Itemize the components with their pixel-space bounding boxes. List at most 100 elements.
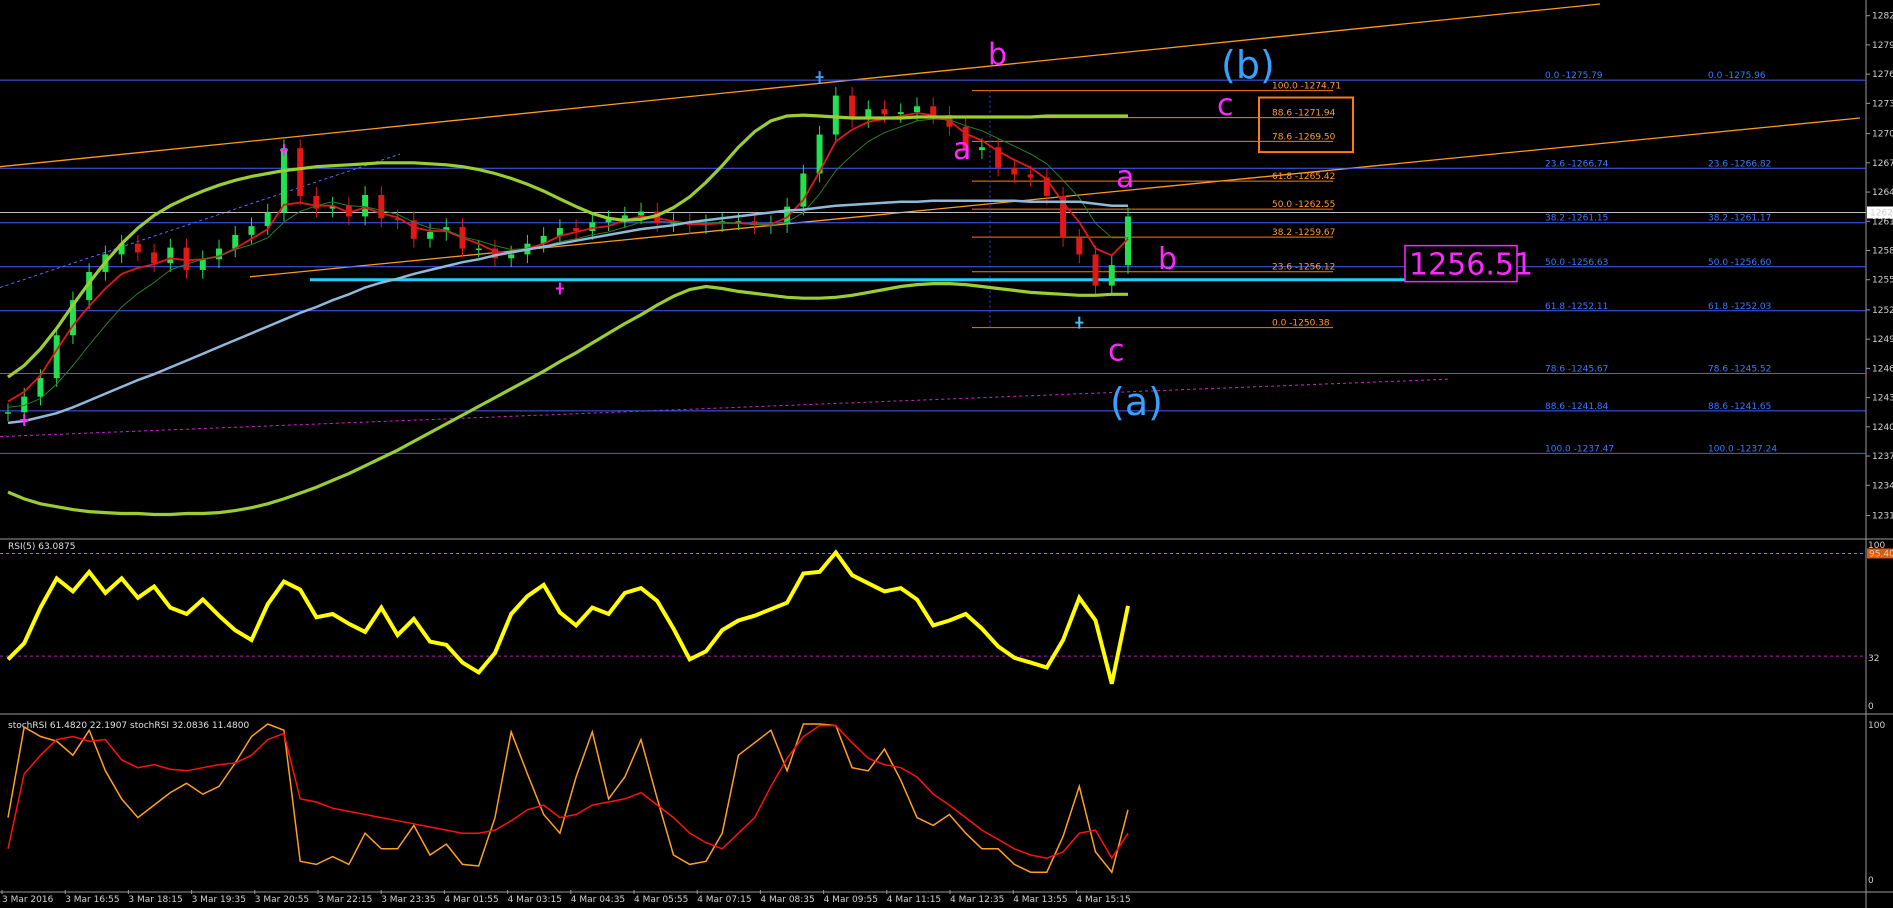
candle-body	[832, 95, 839, 135]
price-tick-label: 1258.3	[1872, 246, 1893, 256]
rsi-level-tag-label: 95.40	[1869, 549, 1893, 559]
candle-body	[881, 109, 888, 115]
candle-body	[1027, 174, 1034, 178]
current-price-label: 1262.	[1870, 208, 1893, 218]
price-tick-label: 1249.2	[1872, 335, 1893, 345]
price-tick-label: 1270.3	[1872, 130, 1893, 140]
fib-level-label: 50.0 -1256.63	[1545, 258, 1608, 268]
candle-body	[248, 226, 255, 235]
time-tick-label: 3 Mar 23:35	[381, 895, 435, 905]
candle-body	[264, 212, 271, 227]
candle-body	[183, 247, 190, 270]
time-tick-label: 3 Mar 2016	[2, 895, 54, 905]
price-tick-label: 1261.3	[1872, 217, 1893, 227]
fib-level-label: 88.6 -1241.84	[1545, 402, 1609, 412]
price-tick-label: 1273.4	[1872, 99, 1893, 109]
time-tick-label: 4 Mar 08:35	[760, 895, 814, 905]
candle-body	[897, 112, 904, 115]
candle-body	[1092, 254, 1099, 286]
time-tick-label: 4 Mar 11:15	[887, 895, 941, 905]
time-tick-label: 3 Mar 20:55	[255, 895, 309, 905]
candle-body	[216, 248, 223, 260]
candle-body	[475, 248, 482, 251]
candle-body	[913, 106, 920, 113]
price-tick-label: 1282.4	[1872, 12, 1893, 22]
candle-body	[5, 412, 11, 414]
time-tick-label: 4 Mar 03:15	[508, 895, 562, 905]
time-tick-label: 3 Mar 16:55	[65, 895, 119, 905]
fib-level-label: 23.6 -1266.74	[1545, 159, 1609, 169]
price-tick-label: 1234.2	[1872, 481, 1893, 491]
price-tick-label: 1240.2	[1872, 423, 1893, 433]
price-tick-label: 1243.2	[1872, 394, 1893, 404]
fib-level-label: 100.0 -1237.47	[1545, 444, 1614, 454]
price-callout-label: 1256.51	[1409, 248, 1533, 283]
price-tick-label: 1255.3	[1872, 276, 1893, 286]
time-tick-label: 4 Mar 05:55	[634, 895, 688, 905]
elliott-wave-label: a	[1116, 160, 1134, 195]
fib-level-label: 38.2 -1261.17	[1708, 214, 1771, 224]
price-tick-label: 1237.2	[1872, 452, 1893, 462]
fib-level-label: 78.6 -1245.52	[1708, 365, 1771, 375]
fib-retracement-label: 38.2 -1259.67	[1272, 228, 1335, 238]
fib-retracement-label: 61.8 -1265.42	[1272, 172, 1335, 182]
fib-level-label: 88.6 -1241.65	[1708, 402, 1771, 412]
fib-level-label: 100.0 -1237.24	[1708, 444, 1777, 454]
candle-body	[37, 378, 44, 397]
time-tick-label: 3 Mar 22:15	[318, 895, 372, 905]
elliott-wave-label: (b)	[1221, 43, 1275, 87]
price-tick-label: 1267.3	[1872, 159, 1893, 169]
fib-retracement-label: 23.6 -1256.12	[1272, 263, 1335, 273]
elliott-wave-label: c	[1217, 88, 1234, 123]
time-tick-label: 4 Mar 15:15	[1076, 895, 1130, 905]
candle-body	[199, 259, 206, 270]
price-tick-label: 1246.2	[1872, 364, 1893, 374]
elliott-wave-label: a	[953, 132, 971, 167]
candle-body	[1108, 265, 1115, 286]
price-tick-label: 1276.4	[1872, 70, 1893, 80]
elliott-wave-label: (a)	[1110, 380, 1163, 424]
fib-level-label: 0.0 -1275.96	[1708, 71, 1766, 81]
fib-level-label: 78.6 -1245.67	[1545, 365, 1608, 375]
price-tick-label: 1231.1	[1872, 511, 1893, 521]
elliott-wave-label: b	[1158, 242, 1177, 277]
time-tick-label: 3 Mar 19:35	[192, 895, 246, 905]
candle-body	[151, 252, 158, 264]
elliott-wave-label: c	[1108, 334, 1125, 369]
candle-body	[362, 194, 369, 217]
time-tick-label: 4 Mar 07:15	[697, 895, 751, 905]
price-tick-label: 1264.3	[1872, 188, 1893, 198]
fib-retracement-label: 88.6 -1271.94	[1272, 109, 1336, 119]
fib-retracement-label: 100.0 -1274.71	[1272, 82, 1341, 92]
fib-retracement-label: 0.0 -1250.38	[1272, 319, 1330, 329]
candle-body	[1011, 167, 1018, 175]
stochrsi-title: stochRSI 61.4820 22.1907 stochRSI 32.083…	[8, 721, 249, 731]
stochrsi-axis-tick: 100	[1868, 721, 1885, 731]
candle-body	[427, 231, 434, 239]
fib-retracement-label: 78.6 -1269.50	[1272, 132, 1336, 142]
price-tick-label: 1279.4	[1872, 41, 1893, 51]
fib-retracement-label: 50.0 -1262.55	[1272, 200, 1335, 210]
rsi-axis-tick: 0	[1868, 702, 1874, 712]
stochrsi-axis-tick: 0	[1868, 876, 1874, 886]
time-tick-label: 4 Mar 04:35	[571, 895, 625, 905]
fib-level-label: 38.2 -1261.15	[1545, 214, 1608, 224]
price-tick-label: 1252.2	[1872, 306, 1893, 316]
time-tick-label: 3 Mar 18:15	[128, 895, 182, 905]
time-tick-label: 4 Mar 13:55	[1013, 895, 1067, 905]
fib-level-label: 23.6 -1266.82	[1708, 159, 1771, 169]
candle-body	[930, 106, 937, 116]
fib-level-label: 61.8 -1252.03	[1708, 302, 1771, 312]
candle-body	[849, 95, 856, 119]
time-tick-label: 4 Mar 09:55	[824, 895, 878, 905]
candle-body	[297, 148, 304, 196]
candle-body	[280, 148, 287, 213]
fib-level-label: 61.8 -1252.11	[1545, 302, 1608, 312]
time-tick-label: 4 Mar 12:35	[950, 895, 1004, 905]
candle-body	[53, 335, 60, 379]
fib-level-label: 50.0 -1256.60	[1708, 258, 1772, 268]
rsi-axis-tick: 32	[1868, 654, 1879, 664]
time-tick-label: 4 Mar 01:55	[444, 895, 498, 905]
fib-level-label: 0.0 -1275.79	[1545, 71, 1603, 81]
candle-body	[508, 254, 515, 259]
